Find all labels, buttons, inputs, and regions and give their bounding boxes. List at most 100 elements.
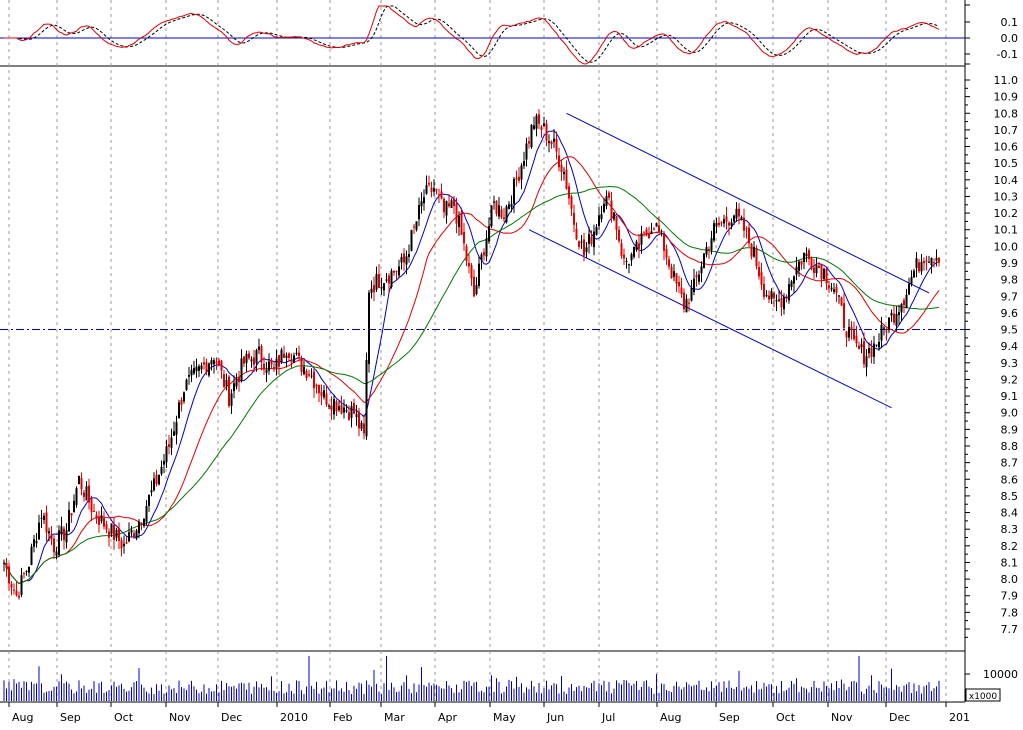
candle-body <box>880 324 883 341</box>
candle-body <box>863 341 865 365</box>
candle-body <box>818 265 820 268</box>
candle-body <box>780 297 783 308</box>
candle-body <box>248 353 250 359</box>
candle-body <box>293 355 295 363</box>
price-tick-label: 9.9 <box>1001 257 1019 270</box>
candle-body <box>95 514 98 519</box>
candle-body <box>115 529 118 538</box>
candle-body <box>898 312 900 316</box>
candle-body <box>693 278 695 292</box>
candle-body <box>588 234 590 244</box>
candle-body <box>613 212 615 220</box>
candle-body <box>715 222 718 227</box>
candle-body <box>60 526 63 535</box>
candle-body <box>70 513 73 516</box>
candle-body <box>333 399 335 415</box>
candle-body <box>518 176 520 181</box>
candle-body <box>893 313 895 323</box>
candle-body <box>483 252 485 256</box>
candle-body <box>480 254 483 261</box>
candle-body <box>910 276 913 284</box>
candle-body <box>138 521 140 534</box>
price-tick-label: 10.5 <box>994 157 1019 170</box>
candle-body <box>125 542 128 544</box>
candle-body <box>935 258 938 261</box>
candle-body <box>598 215 600 227</box>
candle-body <box>305 371 308 378</box>
candle-body <box>548 141 550 144</box>
candle-body <box>800 260 803 265</box>
candle-body <box>275 358 278 369</box>
candle-body <box>445 201 448 216</box>
candle-body <box>485 238 488 257</box>
candle-body <box>390 270 393 288</box>
price-tick-label: 8.8 <box>1001 440 1019 453</box>
candle-body <box>223 374 225 387</box>
candle-body <box>103 518 105 527</box>
time-tick-label: 201 <box>949 711 970 724</box>
price-tick-label: 9.3 <box>1001 357 1019 370</box>
candle-body <box>58 530 60 555</box>
price-tick-label: 9.2 <box>1001 373 1019 386</box>
price-tick-label: 10.6 <box>994 141 1019 154</box>
candle-body <box>210 360 213 365</box>
oscillator-tick-label: 0.0 <box>1001 32 1019 45</box>
price-tick-label: 8.0 <box>1001 573 1019 586</box>
candle-body <box>408 253 410 257</box>
time-tick-label: Oct <box>776 711 796 724</box>
candle-body <box>395 270 398 272</box>
candle-body <box>418 204 420 220</box>
candle-body <box>320 391 323 397</box>
candle-body <box>120 540 123 549</box>
candle-body <box>530 125 533 148</box>
candle-body <box>545 123 548 141</box>
candle-body <box>918 262 920 272</box>
candle-body <box>745 228 748 230</box>
candle-body <box>900 303 903 313</box>
candle-body <box>680 287 683 295</box>
candle-body <box>415 221 418 230</box>
candle-body <box>473 276 475 297</box>
candle-body <box>703 253 705 268</box>
candle-body <box>633 246 635 257</box>
candle-body <box>638 243 640 249</box>
candle-body <box>815 265 818 274</box>
candle-body <box>253 357 255 365</box>
candle-body <box>190 370 193 376</box>
time-tick-label: Aug <box>660 711 681 724</box>
candle-body <box>433 188 435 192</box>
price-tick-label: 10.8 <box>994 107 1019 120</box>
candle-body <box>428 183 430 185</box>
candle-body <box>643 231 645 233</box>
candle-body <box>865 356 868 368</box>
candle-body <box>505 206 508 223</box>
candle-body <box>315 384 318 387</box>
price-tick-label: 8.7 <box>1001 457 1019 470</box>
candle-body <box>50 534 53 540</box>
candle-body <box>15 590 18 596</box>
candle-body <box>733 215 735 222</box>
candle-body <box>890 312 893 316</box>
candle-body <box>453 198 455 206</box>
candle-body <box>533 125 535 129</box>
price-tick-label: 9.4 <box>1001 340 1019 353</box>
candle-body <box>205 362 208 373</box>
price-tick-label: 10.2 <box>994 207 1019 220</box>
candle-body <box>128 532 130 542</box>
candle-body <box>520 165 523 180</box>
time-tick-label: Sep <box>60 711 81 724</box>
candle-body <box>143 518 145 527</box>
candle-body <box>713 223 715 241</box>
candle-body <box>495 200 498 214</box>
candle-body <box>345 410 348 412</box>
candle-body <box>660 230 663 232</box>
candle-body <box>313 371 315 389</box>
candle-body <box>195 366 198 372</box>
candle-body <box>630 254 633 261</box>
candle-body <box>183 392 185 402</box>
candle-body <box>475 284 478 294</box>
candle-body <box>783 297 785 310</box>
candle-body <box>503 217 505 220</box>
candle-body <box>535 115 538 129</box>
candle-body <box>170 437 173 448</box>
